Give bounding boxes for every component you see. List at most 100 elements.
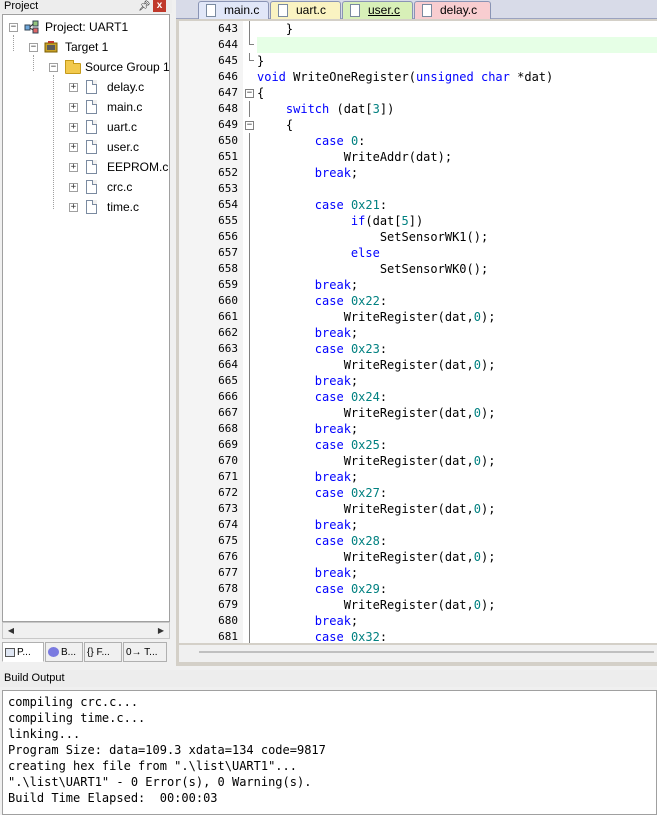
tree-node-source-group[interactable]: − Source Group 1 [3,59,169,75]
folder-icon [65,60,81,74]
expand-icon[interactable]: + [69,163,78,172]
expand-icon[interactable]: + [69,103,78,112]
scroll-right-icon[interactable]: ▶ [153,623,169,638]
code-line[interactable]: case 0x28: [257,533,387,549]
fold-guide [249,21,254,37]
tree-node-file[interactable]: + delay.c [3,79,169,95]
expand-icon[interactable]: + [69,123,78,132]
current-line-highlight [257,37,657,53]
tab-project[interactable]: P... [2,642,44,662]
pin-icon[interactable]: 📌︎ [138,0,151,13]
file-icon [206,4,216,17]
code-line[interactable]: } [257,21,293,37]
expand-icon[interactable]: + [69,83,78,92]
code-line[interactable]: WriteRegister(dat,0); [257,501,496,517]
code-line[interactable]: WriteRegister(dat,0); [257,597,496,613]
code-line[interactable]: case 0x22: [257,293,387,309]
code-line[interactable]: break; [257,325,358,341]
tab-functions[interactable]: {} F... [84,642,122,662]
code-line[interactable]: break; [257,517,358,533]
code-line[interactable]: break; [257,469,358,485]
code-line[interactable]: break; [257,613,358,629]
tree-node-project[interactable]: − Project: UART1 [3,19,169,35]
editor-horizontal-scrollbar[interactable] [179,645,657,662]
line-number: 662 [218,326,238,339]
tree-node-target[interactable]: − Target 1 [3,39,169,55]
tree-node-file[interactable]: + crc.c [3,179,169,195]
build-output-panel[interactable]: compiling crc.c... compiling time.c... l… [2,690,657,815]
line-number: 654 [218,198,238,211]
collapse-icon[interactable]: − [9,23,18,32]
fold-toggle-icon[interactable]: − [245,89,254,98]
tab-user-c[interactable]: user.c [342,1,413,19]
tree-label-file: main.c [107,100,143,114]
tree-node-file[interactable]: + user.c [3,139,169,155]
tab-templates[interactable]: 0→ T... [123,642,167,662]
expand-icon[interactable]: + [69,203,78,212]
tree-label-file: uart.c [107,120,138,134]
tree-node-file[interactable]: + EEPROM.c [3,159,169,175]
scroll-left-icon[interactable]: ◀ [3,623,19,638]
project-horizontal-scrollbar[interactable]: ◀ ▶ [2,622,170,639]
code-line[interactable]: void WriteOneRegister(unsigned char *dat… [257,69,553,85]
line-number: 675 [218,534,238,547]
file-icon [422,4,432,17]
code-line[interactable]: } [257,53,264,69]
tree-label-source-group: Source Group 1 [85,60,170,74]
code-line[interactable]: WriteRegister(dat,0); [257,453,496,469]
tab-uart-c[interactable]: uart.c [270,1,341,19]
code-line[interactable]: { [257,85,264,101]
code-line[interactable]: case 0x25: [257,437,387,453]
tab-main-c[interactable]: main.c [198,1,269,19]
project-tree[interactable]: − Project: UART1 − Target 1 − Source Gro… [2,14,170,622]
line-number: 653 [218,182,238,195]
close-icon[interactable]: x [153,0,166,12]
code-editor[interactable]: 643 644 645 646 647 648 649 650 651 652 653 654 655 6… [179,21,657,643]
code-line[interactable]: case 0x24: [257,389,387,405]
editor-tab-bar: main.c uart.c user.c delay.c [176,0,657,19]
code-line[interactable]: break; [257,277,358,293]
build-output-line: compiling crc.c... [8,695,139,709]
tree-label-file: EEPROM.c [107,160,169,174]
code-line[interactable]: case 0: [257,133,366,149]
tree-node-file[interactable]: + time.c [3,199,169,215]
code-line[interactable]: case 0x27: [257,485,387,501]
code-line[interactable]: case 0x29: [257,581,387,597]
code-line[interactable]: case 0x23: [257,341,387,357]
line-number: 649 [218,118,238,131]
code-line[interactable]: case 0x21: [257,197,387,213]
code-line[interactable]: break; [257,421,358,437]
line-number: 650 [218,134,238,147]
expand-icon[interactable]: + [69,143,78,152]
build-output-line: creating hex file from ".\list\UART1"... [8,759,297,773]
fold-toggle-icon[interactable]: − [245,121,254,130]
line-number: 648 [218,102,238,115]
code-line[interactable]: WriteRegister(dat,0); [257,357,496,373]
code-line[interactable]: break; [257,373,358,389]
code-line[interactable]: WriteRegister(dat,0); [257,405,496,421]
code-line[interactable]: WriteRegister(dat,0); [257,549,496,565]
code-line[interactable]: switch (dat[3]) [257,101,394,117]
code-line[interactable]: break; [257,565,358,581]
tree-node-file[interactable]: + main.c [3,99,169,115]
code-line[interactable]: if(dat[5]) [257,213,423,229]
file-icon [86,120,97,134]
code-line[interactable]: case 0x32: [257,629,387,643]
line-number: 676 [218,550,238,563]
code-line[interactable]: break; [257,165,358,181]
code-line[interactable]: { [257,117,293,133]
tree-node-file[interactable]: + uart.c [3,119,169,135]
collapse-icon[interactable]: − [29,43,38,52]
expand-icon[interactable]: + [69,183,78,192]
line-number: 669 [218,438,238,451]
code-line[interactable]: WriteRegister(dat,0); [257,309,496,325]
scrollbar-track[interactable] [199,651,654,653]
code-line[interactable]: WriteAddr(dat); [257,149,452,165]
code-line[interactable]: SetSensorWK1(); [257,229,488,245]
tab-books[interactable]: B... [45,642,83,662]
project-icon [24,20,39,34]
tab-delay-c[interactable]: delay.c [414,1,491,19]
code-line[interactable]: SetSensorWK0(); [257,261,488,277]
code-line[interactable]: else [257,245,380,261]
collapse-icon[interactable]: − [49,63,58,72]
